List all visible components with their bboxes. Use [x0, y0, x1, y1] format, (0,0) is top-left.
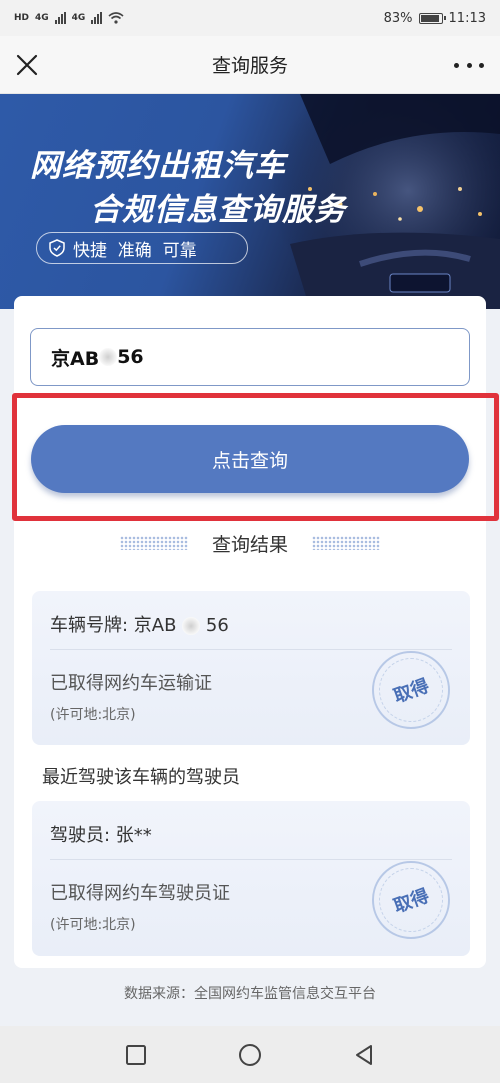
obtained-stamp: 取得 [372, 861, 450, 939]
banner-title-line2: 合规信息查询服务 [90, 192, 346, 228]
shield-icon [49, 239, 65, 257]
page-title: 查询服务 [211, 55, 288, 77]
banner-badge-text: 快捷 准确 可靠 [73, 240, 197, 261]
square-icon [126, 1044, 146, 1065]
battery-icon [418, 12, 446, 24]
stamp-text: 取得 [391, 885, 433, 918]
stamp-text: 取得 [391, 675, 433, 708]
clock: 11:13 [448, 10, 486, 26]
close-icon[interactable] [14, 52, 40, 78]
vehicle-info-box: 车辆号牌: 京AB 56 已取得网约车运输证 (许可地:北京) 取得 [32, 591, 470, 745]
result-title: 查询结果 [211, 533, 288, 556]
battery-percent: 83% [383, 10, 413, 26]
blurred-characters [182, 617, 201, 635]
divider [50, 859, 452, 860]
plate-number-input[interactable]: 京AB 56 [30, 328, 470, 386]
circle-icon [239, 1043, 261, 1066]
vehicle-permit-place: (许可地:北京) [50, 707, 136, 723]
drivers-heading: 最近驾驶该车辆的驾驶员 [42, 767, 240, 788]
plate-suffix: 56 [117, 346, 144, 368]
nav-bar: 查询服务 [0, 36, 500, 94]
system-navigation-bar [0, 1026, 500, 1083]
battery-fill [420, 14, 439, 22]
signal-indicators: HD 4G 4G [14, 12, 124, 24]
dotted-decoration-left [120, 536, 188, 550]
more-icon[interactable] [454, 52, 484, 78]
hd-indicator: HD [14, 13, 30, 23]
signal1-label: 4G [35, 13, 49, 23]
vehicle-plate-label: 车辆号牌: 京AB [50, 615, 177, 636]
wifi-icon [108, 12, 124, 24]
driver-permit-place: (许可地:北京) [50, 917, 136, 933]
driver-info-box: 驾驶员: 张** 已取得网约车驾驶员证 (许可地:北京) 取得 [32, 801, 470, 956]
vehicle-plate-line: 车辆号牌: 京AB 56 [50, 611, 229, 637]
data-source-text: 数据来源：全国网约车监管信息交互平台 [124, 986, 376, 1002]
recents-button[interactable] [122, 1041, 150, 1069]
banner-title-line1: 网络预约出租汽车 [30, 148, 286, 184]
driver-name: 驾驶员: 张** [50, 825, 152, 846]
home-button[interactable] [236, 1041, 264, 1069]
signal-bars-icon [54, 12, 66, 24]
plate-prefix: 京AB [51, 347, 100, 370]
driver-license-status: 已取得网约车驾驶员证 [50, 883, 230, 904]
divider [50, 649, 452, 650]
vehicle-license-status: 已取得网约车运输证 [50, 673, 212, 694]
query-button[interactable]: 点击查询 [31, 425, 469, 493]
vehicle-plate-suffix: 56 [205, 615, 229, 636]
signal-bars-icon [91, 12, 103, 24]
obtained-stamp: 取得 [372, 651, 450, 729]
status-bar: HD 4G 4G 83% 11:13 [0, 0, 500, 36]
back-button[interactable] [350, 1041, 378, 1069]
signal2-label: 4G [71, 13, 86, 23]
banner: 网络预约出租汽车 合规信息查询服务 快捷 准确 可靠 [0, 94, 500, 309]
blurred-characters [99, 348, 118, 366]
dotted-decoration-right [311, 536, 380, 550]
back-triangle-icon [356, 1044, 372, 1065]
banner-badge: 快捷 准确 可靠 [36, 232, 248, 264]
result-header: 查询结果 [120, 528, 380, 558]
